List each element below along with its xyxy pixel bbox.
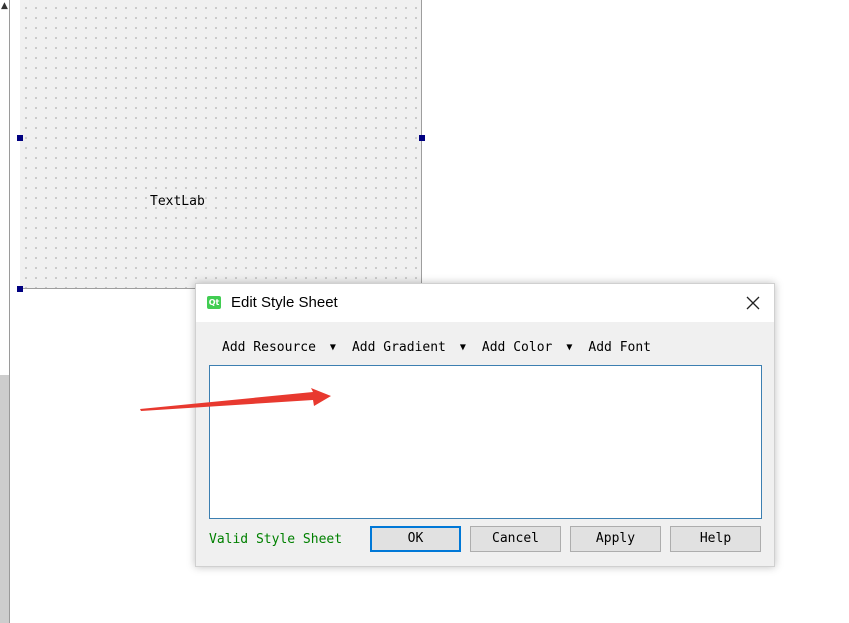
- selection-handle-bottom-left[interactable]: [17, 286, 23, 292]
- close-icon: [746, 296, 760, 310]
- close-button[interactable]: [740, 290, 766, 316]
- chevron-down-icon[interactable]: ▼: [460, 342, 466, 353]
- add-font-button[interactable]: Add Font: [580, 338, 659, 357]
- validation-status: Valid Style Sheet: [209, 532, 343, 547]
- help-button[interactable]: Help: [670, 526, 761, 552]
- ok-button[interactable]: OK: [370, 526, 461, 552]
- selection-handle-left[interactable]: [17, 135, 23, 141]
- style-sheet-editor[interactable]: [209, 365, 762, 519]
- cancel-button[interactable]: Cancel: [470, 526, 561, 552]
- scroll-up-arrow-icon[interactable]: ▲: [1, 2, 8, 11]
- dialog-titlebar[interactable]: Qt Edit Style Sheet: [196, 284, 774, 322]
- qt-logo-icon: Qt: [207, 296, 221, 309]
- add-color-button[interactable]: Add Color ▼: [474, 338, 580, 357]
- chevron-down-icon[interactable]: ▼: [566, 342, 572, 353]
- apply-button[interactable]: Apply: [570, 526, 661, 552]
- vertical-scrollbar[interactable]: ▲: [0, 0, 10, 623]
- edit-style-sheet-dialog: Qt Edit Style Sheet Add Resource ▼ Add G…: [195, 283, 775, 567]
- add-color-label: Add Color: [481, 339, 553, 355]
- selection-handle-right[interactable]: [419, 135, 425, 141]
- text-label-widget[interactable]: TextLab: [150, 194, 205, 209]
- dialog-title: Edit Style Sheet: [231, 294, 338, 311]
- add-font-label: Add Font: [588, 339, 652, 355]
- screen: ▲ TextLab Qt Edit Style Sheet Add Resour…: [0, 0, 849, 623]
- scrollbar-thumb[interactable]: [0, 375, 9, 623]
- add-gradient-button[interactable]: Add Gradient ▼: [344, 338, 474, 357]
- chevron-down-icon[interactable]: ▼: [330, 342, 336, 353]
- add-resource-label: Add Resource: [222, 339, 316, 355]
- style-toolbar: Add Resource ▼ Add Gradient ▼ Add Color …: [214, 334, 659, 360]
- form-design-canvas[interactable]: TextLab: [20, 0, 422, 289]
- add-resource-button[interactable]: Add Resource ▼: [214, 338, 344, 357]
- add-gradient-label: Add Gradient: [351, 339, 446, 355]
